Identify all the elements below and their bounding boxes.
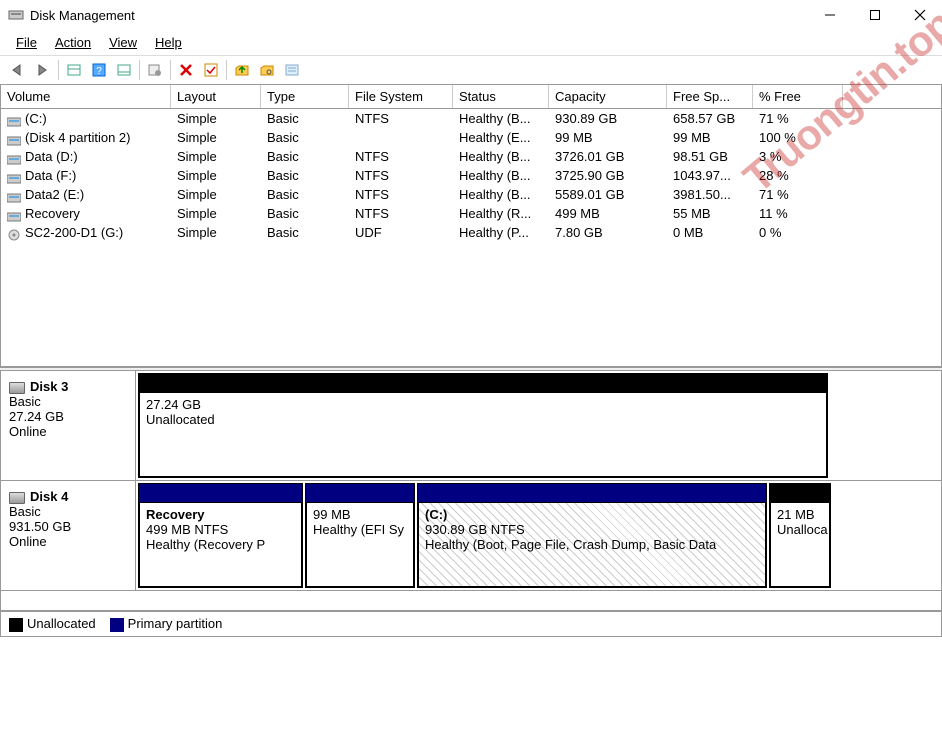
disk-icon: [9, 382, 25, 394]
partition-box[interactable]: 27.24 GBUnallocated: [138, 373, 828, 478]
list-button[interactable]: [280, 59, 304, 81]
partition-header: [306, 484, 414, 502]
partition-header: [770, 484, 830, 502]
menubar: File Action View Help: [0, 30, 942, 56]
volume-icon: [7, 191, 21, 201]
legend: Unallocated Primary partition: [0, 611, 942, 637]
col-layout[interactable]: Layout: [171, 85, 261, 108]
window-title: Disk Management: [30, 8, 807, 23]
maximize-button[interactable]: [852, 0, 897, 30]
menu-action[interactable]: Action: [47, 32, 99, 53]
folder-search-button[interactable]: [255, 59, 279, 81]
volume-row[interactable]: SC2-200-D1 (G:)SimpleBasicUDFHealthy (P.…: [1, 223, 941, 242]
volume-row[interactable]: (Disk 4 partition 2)SimpleBasicHealthy (…: [1, 128, 941, 147]
svg-text:?: ?: [96, 66, 102, 77]
check-button[interactable]: [199, 59, 223, 81]
partition-body: 27.24 GBUnallocated: [139, 392, 827, 477]
disk-graphical-view[interactable]: Disk 3Basic27.24 GBOnline27.24 GBUnalloc…: [0, 371, 942, 611]
col-pct[interactable]: % Free: [753, 85, 843, 108]
partition-body: Recovery499 MB NTFSHealthy (Recovery P: [139, 502, 302, 587]
volume-icon: [7, 229, 21, 239]
back-button[interactable]: [6, 59, 30, 81]
volume-row[interactable]: Data2 (E:)SimpleBasicNTFSHealthy (B...55…: [1, 185, 941, 204]
disk-partitions: 27.24 GBUnallocated: [136, 371, 941, 480]
partition-box[interactable]: Recovery499 MB NTFSHealthy (Recovery P: [138, 483, 303, 588]
partition-body: 99 MBHealthy (EFI Sy: [306, 502, 414, 587]
disk-icon: [9, 492, 25, 504]
legend-primary-label: Primary partition: [128, 616, 223, 631]
volume-list[interactable]: (C:)SimpleBasicNTFSHealthy (B...930.89 G…: [0, 109, 942, 367]
volume-icon: [7, 134, 21, 144]
col-filesystem[interactable]: File System: [349, 85, 453, 108]
view-bottom-button[interactable]: [112, 59, 136, 81]
volume-list-header: Volume Layout Type File System Status Ca…: [0, 85, 942, 109]
minimize-button[interactable]: [807, 0, 852, 30]
volume-row[interactable]: (C:)SimpleBasicNTFSHealthy (B...930.89 G…: [1, 109, 941, 128]
forward-button[interactable]: [31, 59, 55, 81]
volume-row[interactable]: Data (D:)SimpleBasicNTFSHealthy (B...372…: [1, 147, 941, 166]
partition-box[interactable]: (C:)930.89 GB NTFSHealthy (Boot, Page Fi…: [417, 483, 767, 588]
disk-partitions: Recovery499 MB NTFSHealthy (Recovery P99…: [136, 481, 941, 590]
disk-row[interactable]: Disk 4Basic931.50 GBOnlineRecovery499 MB…: [1, 481, 941, 591]
col-type[interactable]: Type: [261, 85, 349, 108]
volume-icon: [7, 172, 21, 182]
menu-file[interactable]: File: [8, 32, 45, 53]
partition-body: (C:)930.89 GB NTFSHealthy (Boot, Page Fi…: [418, 502, 766, 587]
volume-row[interactable]: Data (F:)SimpleBasicNTFSHealthy (B...372…: [1, 166, 941, 185]
partition-header: [139, 484, 302, 502]
col-capacity[interactable]: Capacity: [549, 85, 667, 108]
partition-header: [139, 374, 827, 392]
disk-label: Disk 3Basic27.24 GBOnline: [1, 371, 136, 480]
volume-icon: [7, 210, 21, 220]
partition-box[interactable]: 99 MBHealthy (EFI Sy: [305, 483, 415, 588]
close-button[interactable]: [897, 0, 942, 30]
delete-button[interactable]: [174, 59, 198, 81]
disk-label: Disk 4Basic931.50 GBOnline: [1, 481, 136, 590]
app-icon: [8, 7, 24, 23]
menu-help[interactable]: Help: [147, 32, 190, 53]
folder-up-button[interactable]: [230, 59, 254, 81]
col-status[interactable]: Status: [453, 85, 549, 108]
view-top-button[interactable]: [62, 59, 86, 81]
volume-row[interactable]: RecoverySimpleBasicNTFSHealthy (R...499 …: [1, 204, 941, 223]
legend-unallocated-swatch: [9, 618, 23, 632]
legend-primary-swatch: [110, 618, 124, 632]
menu-view[interactable]: View: [101, 32, 145, 53]
legend-unallocated-label: Unallocated: [27, 616, 96, 631]
help-button[interactable]: ?: [87, 59, 111, 81]
titlebar: Disk Management: [0, 0, 942, 30]
volume-icon: [7, 115, 21, 125]
toolbar: ?: [0, 56, 942, 85]
volume-icon: [7, 153, 21, 163]
partition-box[interactable]: 21 MBUnalloca: [769, 483, 831, 588]
col-volume[interactable]: Volume: [1, 85, 171, 108]
col-free[interactable]: Free Sp...: [667, 85, 753, 108]
properties-button[interactable]: [143, 59, 167, 81]
disk-row[interactable]: Disk 3Basic27.24 GBOnline27.24 GBUnalloc…: [1, 371, 941, 481]
partition-body: 21 MBUnalloca: [770, 502, 830, 587]
partition-header: [418, 484, 766, 502]
